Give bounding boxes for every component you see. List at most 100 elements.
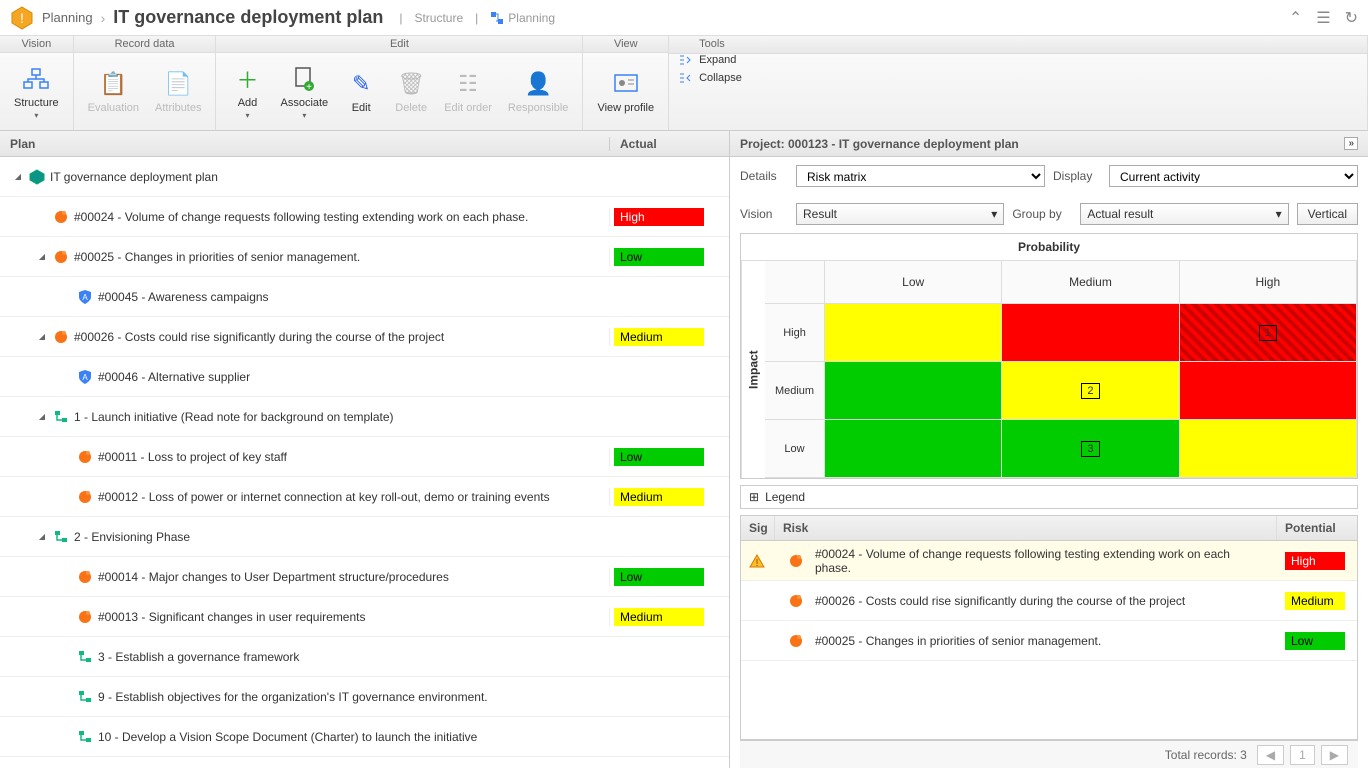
expand-button[interactable]: Expand — [679, 54, 1357, 66]
expand-icon — [679, 54, 693, 66]
view-profile-button[interactable]: View profile — [589, 57, 662, 127]
tree-row[interactable]: ◢ #00026 - Costs could rise significantly… — [0, 317, 729, 357]
matrix-col-header: High — [1180, 261, 1357, 304]
col-potential[interactable]: Potential — [1277, 516, 1357, 540]
tree-row[interactable]: ◢#00025 - Changes in priorities of senio… — [0, 237, 729, 277]
matrix-cell-count: 3 — [1081, 441, 1099, 457]
matrix-cell[interactable] — [1002, 304, 1179, 362]
tree-row[interactable]: 10 - Develop a Vision Scope Document (Ch… — [0, 717, 729, 757]
tree-row[interactable]: ◢2 - Envisioning Phase — [0, 517, 729, 557]
list-icon[interactable]: ☰ — [1316, 8, 1330, 28]
chevron-right-icon: › — [101, 10, 106, 26]
pager-prev[interactable]: ◀ — [1257, 745, 1284, 765]
structure-icon — [22, 65, 50, 93]
trash-icon: 🗑 — [397, 70, 425, 98]
pager-page[interactable]: 1 — [1290, 745, 1315, 765]
structure-button[interactable]: Structure ▾ — [6, 57, 67, 127]
pager: ◀ 1 ▶ — [1257, 745, 1348, 765]
associate-button[interactable]: + Associate ▾ — [272, 57, 336, 127]
matrix-cell[interactable] — [1180, 420, 1357, 478]
tree-row[interactable]: #00024 - Volume of change requests follo… — [0, 197, 729, 237]
risk-row[interactable]: #00026 - Costs could rise significantly … — [741, 581, 1357, 621]
risk-row[interactable]: #00025 - Changes in priorities of senior… — [741, 621, 1357, 661]
matrix-cell[interactable] — [825, 420, 1002, 478]
tree-row[interactable]: #00011 - Loss to project of key staffLow — [0, 437, 729, 477]
edit-button[interactable]: ✎ Edit — [336, 57, 386, 127]
refresh-icon[interactable]: ↻ — [1345, 8, 1358, 28]
matrix-cell[interactable]: 3 — [1002, 420, 1179, 478]
add-button[interactable]: ＋ Add ▾ — [222, 57, 272, 127]
plan-tree[interactable]: ◢IT governance deployment plan #00024 - V… — [0, 157, 729, 768]
svg-text:+: + — [306, 82, 312, 92]
matrix-cell[interactable] — [825, 304, 1002, 362]
tree-row[interactable]: #00013 - Significant changes in user req… — [0, 597, 729, 637]
risk-icon — [787, 552, 805, 570]
risk-icon — [787, 632, 805, 650]
col-risk[interactable]: Risk — [775, 516, 1277, 540]
plus-icon: ＋ — [233, 65, 261, 93]
breadcrumb-section[interactable]: Planning — [42, 10, 93, 25]
legend-toggle[interactable]: ⊞ Legend — [740, 485, 1358, 509]
cube-icon — [28, 168, 46, 186]
matrix-cell[interactable]: 2 — [1002, 362, 1179, 420]
status-badge: Low — [614, 448, 704, 466]
risk-table: Sig Risk Potential !#00024 - Volume of c… — [740, 515, 1358, 740]
tree-row[interactable]: ◢ 1 - Launch initiative (Read note for ba… — [0, 397, 729, 437]
risk-table-header: Sig Risk Potential — [741, 516, 1357, 541]
tree-toggle[interactable]: ◢ — [36, 252, 48, 261]
project-title: Project: 000123 - IT governance deployme… — [740, 137, 1019, 151]
clipboard-icon: 📋 — [99, 70, 127, 98]
tree-row[interactable]: 3 - Establish a governance framework — [0, 637, 729, 677]
tree-item-label: #00026 - Costs could rise significantly … — [74, 330, 444, 344]
col-plan[interactable]: Plan — [0, 137, 609, 151]
details-select[interactable]: Risk matrix — [796, 165, 1045, 187]
matrix-cell[interactable] — [825, 362, 1002, 420]
vertical-button[interactable]: Vertical — [1297, 203, 1358, 225]
pager-next[interactable]: ▶ — [1321, 745, 1348, 765]
svg-text:!: ! — [20, 10, 24, 26]
matrix-cell[interactable]: 1 — [1180, 304, 1357, 362]
tree-row[interactable]: #00014 - Major changes to User Departmen… — [0, 557, 729, 597]
project-header: Project: 000123 - IT governance deployme… — [730, 131, 1368, 157]
tree-item-label: #00024 - Volume of change requests follo… — [74, 210, 528, 224]
actual-cell: Low — [609, 248, 729, 266]
sublink-structure[interactable]: Structure — [414, 11, 463, 25]
vision-combo[interactable]: Result▾ — [796, 203, 1004, 225]
tree-toggle[interactable]: ◢ — [36, 332, 48, 341]
potential-cell: Medium — [1277, 587, 1357, 615]
tree-row[interactable]: #00012 - Loss of power or internet conne… — [0, 477, 729, 517]
evaluation-button: 📋 Evaluation — [80, 57, 147, 127]
filter-row-1: Details Risk matrix Display Current acti… — [730, 157, 1368, 195]
actual-cell: Low — [609, 568, 729, 586]
ribbon-group-view: View View profile — [583, 36, 669, 130]
breadcrumb-title: IT governance deployment plan — [113, 7, 383, 28]
display-select[interactable]: Current activity — [1109, 165, 1358, 187]
col-actual[interactable]: Actual — [609, 137, 729, 151]
header-actions: ⌃ ☰ ↻ — [1289, 8, 1358, 28]
status-badge: Medium — [1285, 592, 1345, 610]
expand-panel-icon[interactable]: » — [1344, 137, 1358, 150]
actual-cell: Medium — [609, 488, 729, 506]
groupby-combo[interactable]: Actual result▾ — [1080, 203, 1288, 225]
tree-row[interactable]: ◢IT governance deployment plan — [0, 157, 729, 197]
tree-item-label: 1 - Launch initiative (Read note for bac… — [74, 410, 394, 424]
status-badge: High — [614, 208, 704, 226]
collapse-button[interactable]: Collapse — [679, 72, 1357, 84]
matrix-cell[interactable] — [1180, 362, 1357, 420]
tree-row[interactable]: 9 - Establish objectives for the organiz… — [0, 677, 729, 717]
risk-table-footer: Total records: 3 ◀ 1 ▶ — [740, 740, 1358, 768]
responsible-button: 👤 Responsible — [500, 57, 577, 127]
tree-toggle[interactable]: ◢ — [12, 172, 24, 181]
tree-toggle[interactable]: ◢ — [36, 412, 48, 421]
shield-icon: A — [76, 288, 94, 306]
tree-row[interactable]: A #00045 - Awareness campaigns — [0, 277, 729, 317]
risk-row[interactable]: !#00024 - Volume of change requests foll… — [741, 541, 1357, 581]
sublink-planning[interactable]: Planning — [490, 11, 555, 25]
collapse-up-icon[interactable]: ⌃ — [1289, 8, 1302, 28]
tree-toggle[interactable]: ◢ — [36, 532, 48, 541]
probability-title: Probability — [741, 234, 1357, 261]
tree-item-label: #00045 - Awareness campaigns — [98, 290, 269, 304]
tree-row[interactable]: A#00046 - Alternative supplier — [0, 357, 729, 397]
phase-icon — [76, 688, 94, 706]
col-sig[interactable]: Sig — [741, 516, 775, 540]
